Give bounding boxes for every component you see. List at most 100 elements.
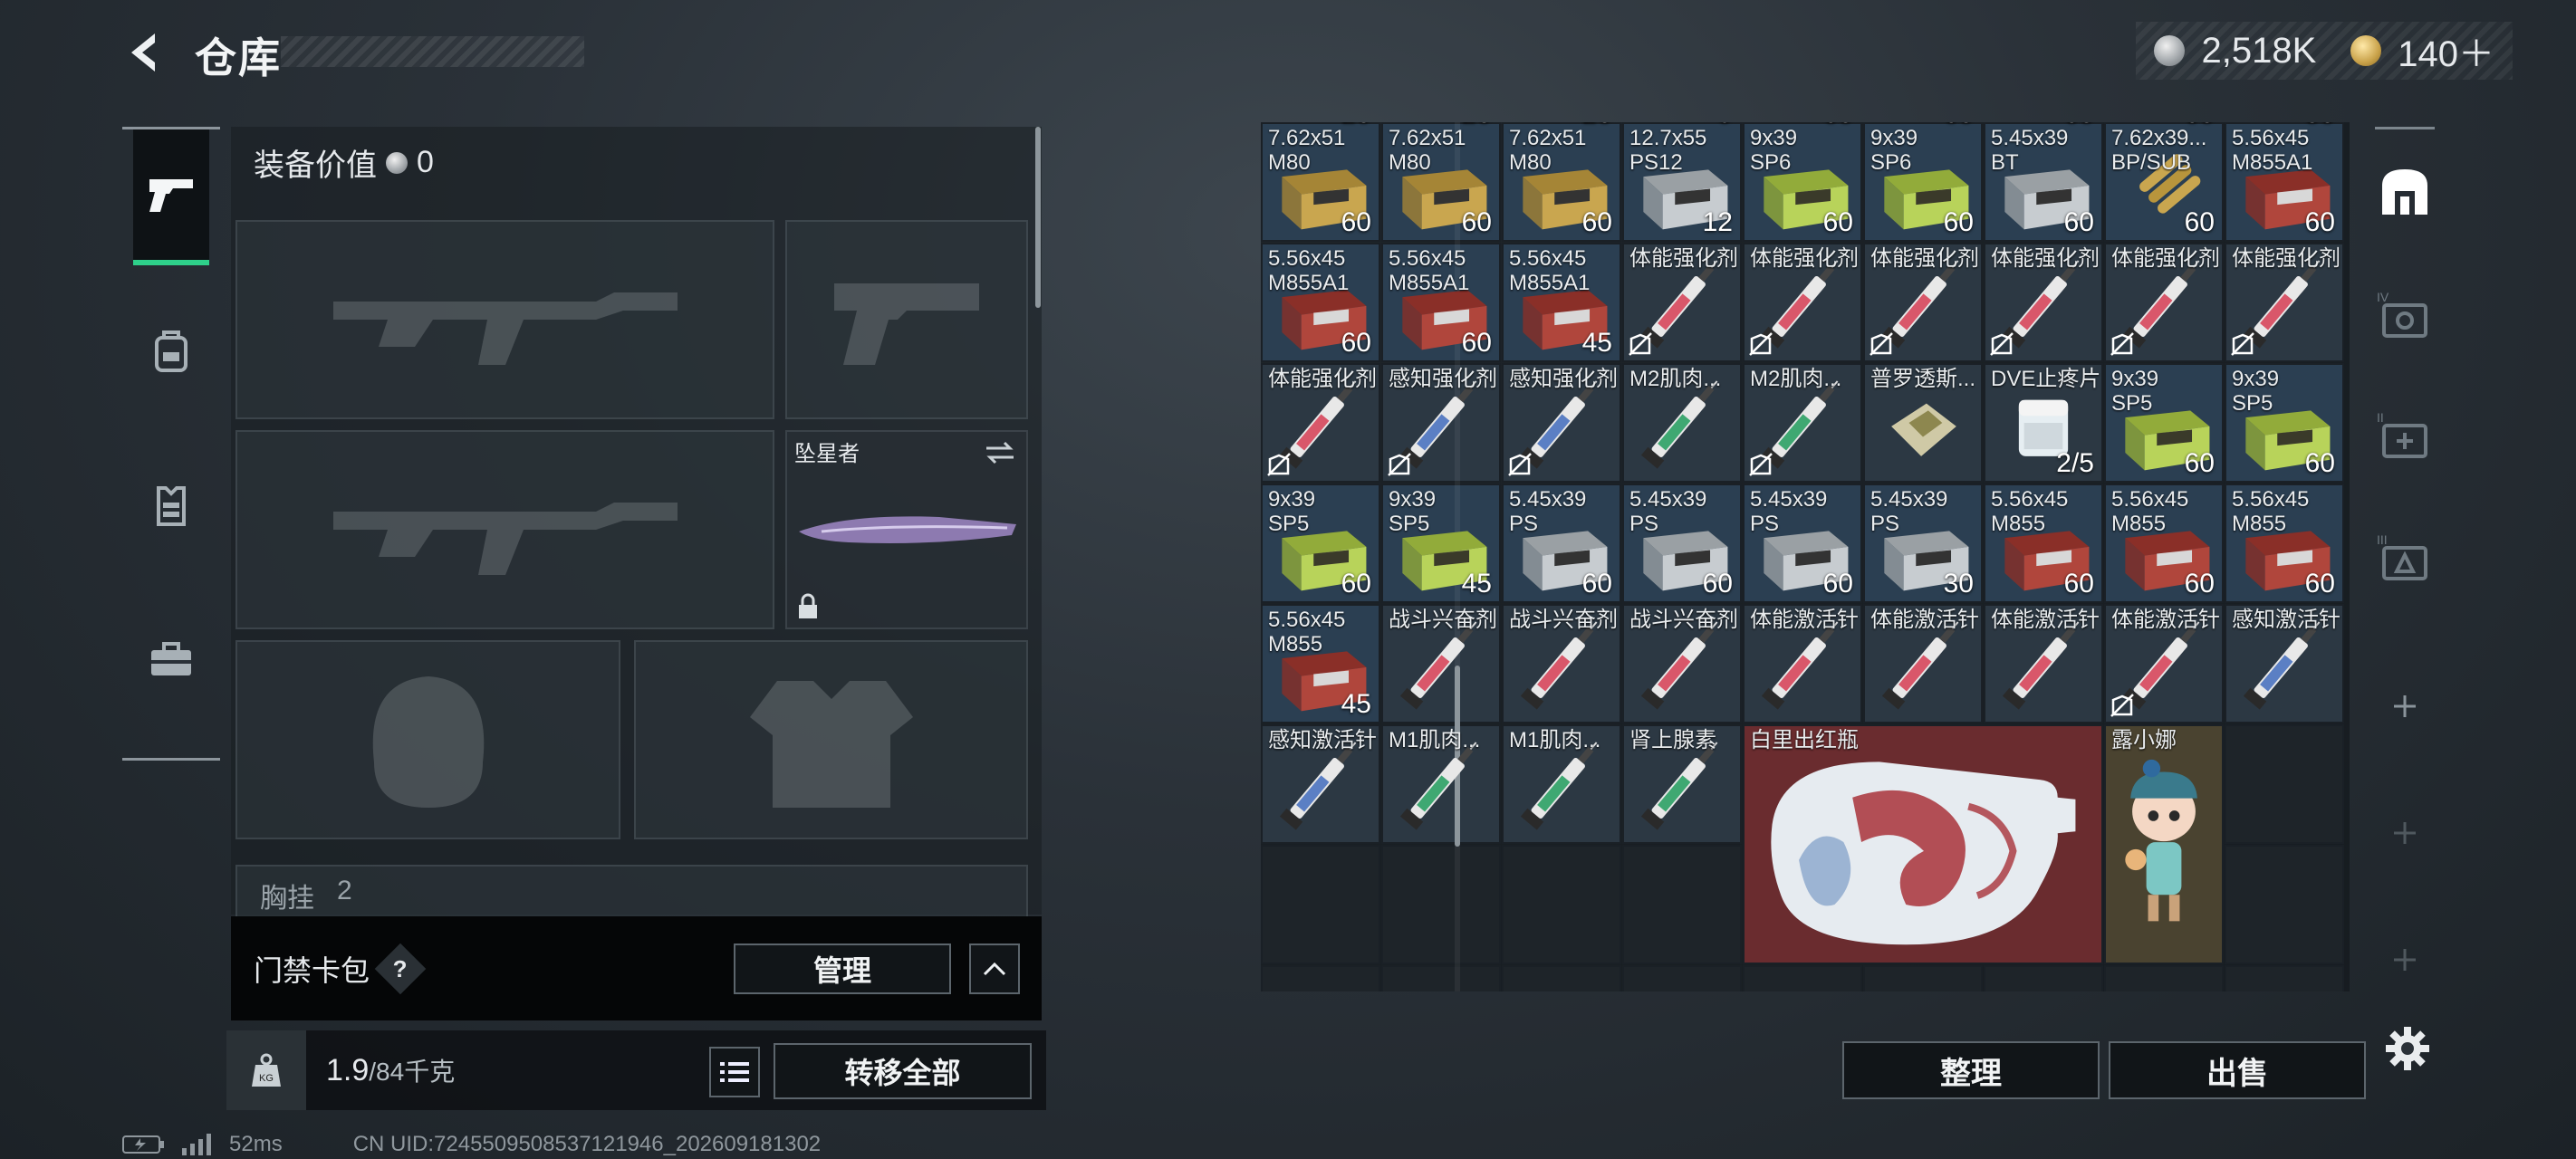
- empty-slot[interactable]: [1984, 965, 2103, 991]
- inventory-item[interactable]: 体能激活针: [2104, 604, 2224, 723]
- empty-slot[interactable]: [1743, 965, 1862, 991]
- inventory-item[interactable]: 5.56x45 M855 60: [2225, 484, 2344, 603]
- inventory-item[interactable]: 7.62x39... BP/SUB 60: [2104, 122, 2224, 242]
- inventory-item-vase[interactable]: 白里出红瓶: [1743, 724, 2103, 964]
- inventory-item[interactable]: 体能强化剂: [1622, 243, 1742, 362]
- inventory-item[interactable]: 5.45x39 PS 30: [1863, 484, 1983, 603]
- inventory-item[interactable]: 5.56x45 M855A1 45: [1502, 243, 1621, 362]
- rail-add-slot-1[interactable]: [2366, 661, 2444, 752]
- rail-medkit-ii[interactable]: II: [2366, 389, 2444, 480]
- inventory-item[interactable]: 5.56x45 M855A1 60: [2225, 122, 2344, 242]
- empty-slot[interactable]: [1502, 845, 1621, 964]
- transfer-all-button[interactable]: 转移全部: [774, 1043, 1032, 1099]
- inventory-item[interactable]: 体能激活针: [1863, 604, 1983, 723]
- inventory-item[interactable]: 9x39 SP5 45: [1381, 484, 1501, 603]
- helmet-slot[interactable]: [235, 640, 620, 839]
- inventory-item[interactable]: 感知激活针: [1261, 724, 1380, 844]
- sort-button[interactable]: 整理: [1842, 1041, 2100, 1099]
- inventory-item[interactable]: 9x39 SP5 60: [2225, 363, 2344, 483]
- inventory-item[interactable]: DVE止疼片 2/5: [1984, 363, 2103, 483]
- inventory-item[interactable]: 肾上腺素: [1622, 724, 1742, 844]
- sell-button[interactable]: 出售: [2109, 1041, 2366, 1099]
- inventory-item[interactable]: 感知强化剂: [1502, 363, 1621, 483]
- inventory-item[interactable]: 7.62x51 M80 60: [1381, 122, 1501, 242]
- armor-slot[interactable]: [634, 640, 1028, 839]
- empty-slot[interactable]: [2225, 845, 2344, 964]
- settings-button[interactable]: [2382, 1023, 2433, 1074]
- inventory-item[interactable]: 12.7x55 PS12 12: [1622, 122, 1742, 242]
- inventory-item[interactable]: 体能激活针: [1743, 604, 1862, 723]
- rail-storage[interactable]: [2366, 147, 2444, 237]
- rail-add-slot-2[interactable]: [2366, 788, 2444, 878]
- list-view-button[interactable]: [709, 1047, 760, 1097]
- inventory-item[interactable]: 7.62x51 M80 60: [1261, 122, 1380, 242]
- inventory-item[interactable]: M2肌肉...: [1743, 363, 1862, 483]
- secondary-weapon-slot[interactable]: [235, 430, 774, 629]
- inventory-grid[interactable]: 202020960606060507.62x51 M80607.62x51 M8…: [1261, 122, 2350, 991]
- inventory-item[interactable]: 体能强化剂: [1743, 243, 1862, 362]
- inventory-item[interactable]: 5.45x39 PS 60: [1622, 484, 1742, 603]
- inventory-item[interactable]: 5.56x45 M855 45: [1261, 604, 1380, 723]
- melee-slot[interactable]: 坠星者: [785, 430, 1028, 629]
- nav-weapons[interactable]: [133, 129, 209, 265]
- inventory-item[interactable]: 5.45x39 PS 60: [1502, 484, 1621, 603]
- nav-vest[interactable]: [133, 437, 209, 573]
- inventory-item[interactable]: 体能强化剂: [1863, 243, 1983, 362]
- back-button[interactable]: [118, 25, 172, 80]
- inventory-item-figure[interactable]: 露小娜: [2104, 724, 2224, 964]
- nav-toolbox[interactable]: [133, 591, 209, 727]
- inventory-item[interactable]: 9x39 SP6 60: [1863, 122, 1983, 242]
- inventory-item[interactable]: 5.56x45 M855A1 60: [1261, 243, 1380, 362]
- inventory-item[interactable]: 9x39 SP5 60: [2104, 363, 2224, 483]
- inventory-item[interactable]: 体能强化剂: [2104, 243, 2224, 362]
- empty-slot[interactable]: [1502, 965, 1621, 991]
- primary-weapon-slot[interactable]: [235, 220, 774, 419]
- inventory-item[interactable]: M2肌肉...: [1622, 363, 1742, 483]
- inventory-item[interactable]: 9x39 SP6 60: [1743, 122, 1862, 242]
- empty-slot[interactable]: [1863, 965, 1983, 991]
- inventory-item[interactable]: 体能强化剂: [1984, 243, 2103, 362]
- rail-case-iii[interactable]: III: [2366, 512, 2444, 602]
- inventory-item[interactable]: 体能激活针: [1984, 604, 2103, 723]
- chest-rig-slot[interactable]: 胸挂 2: [235, 865, 1028, 919]
- equipment-value-amount: 0: [417, 145, 434, 179]
- helmet-silhouette-icon: [372, 676, 484, 808]
- inventory-item[interactable]: 5.45x39 PS 60: [1743, 484, 1862, 603]
- equipment-value: 装备价值 0: [254, 140, 434, 185]
- inventory-item[interactable]: 感知强化剂: [1381, 363, 1501, 483]
- nav-backpack[interactable]: [133, 283, 209, 419]
- inventory-item[interactable]: M1肌肉...: [1381, 724, 1501, 844]
- collapse-button[interactable]: [969, 943, 1020, 994]
- swap-icon[interactable]: [983, 439, 1017, 466]
- inventory-item[interactable]: 5.56x45 M855 60: [1984, 484, 2103, 603]
- rail-case-iv[interactable]: IV: [2366, 269, 2444, 359]
- inventory-item[interactable]: 体能强化剂: [1261, 363, 1380, 483]
- equipment-scrollbar[interactable]: [1035, 127, 1041, 308]
- inventory-item[interactable]: 战斗兴奋剂: [1622, 604, 1742, 723]
- inventory-item[interactable]: 9x39 SP5 60: [1261, 484, 1380, 603]
- gold-balance[interactable]: 140＋: [2398, 24, 2494, 77]
- inventory-item[interactable]: 5.56x45 M855 60: [2104, 484, 2224, 603]
- inventory-item[interactable]: 5.56x45 M855A1 60: [1381, 243, 1501, 362]
- empty-slot[interactable]: [1261, 965, 1380, 991]
- empty-slot[interactable]: [2225, 965, 2344, 991]
- pistol-slot[interactable]: [785, 220, 1028, 419]
- inventory-item[interactable]: 普罗透斯...: [1863, 363, 1983, 483]
- inventory-item[interactable]: 感知激活针: [2225, 604, 2344, 723]
- empty-slot[interactable]: [1381, 965, 1501, 991]
- empty-slot[interactable]: [1622, 845, 1742, 964]
- inventory-item[interactable]: 战斗兴奋剂: [1502, 604, 1621, 723]
- manage-button[interactable]: 管理: [734, 943, 951, 994]
- inventory-item[interactable]: 5.45x39 BT 60: [1984, 122, 2103, 242]
- empty-slot[interactable]: [2104, 965, 2224, 991]
- inventory-item[interactable]: 体能强化剂: [2225, 243, 2344, 362]
- empty-slot[interactable]: [2225, 724, 2344, 844]
- rail-add-slot-3[interactable]: [2366, 915, 2444, 1005]
- empty-slot[interactable]: [1261, 845, 1380, 964]
- inventory-item[interactable]: 7.62x51 M80 60: [1502, 122, 1621, 242]
- help-icon[interactable]: ?: [374, 943, 427, 994]
- inventory-item[interactable]: M1肌肉...: [1502, 724, 1621, 844]
- empty-slot[interactable]: [1381, 845, 1501, 964]
- empty-slot[interactable]: [1622, 965, 1742, 991]
- inventory-item[interactable]: 战斗兴奋剂: [1381, 604, 1501, 723]
